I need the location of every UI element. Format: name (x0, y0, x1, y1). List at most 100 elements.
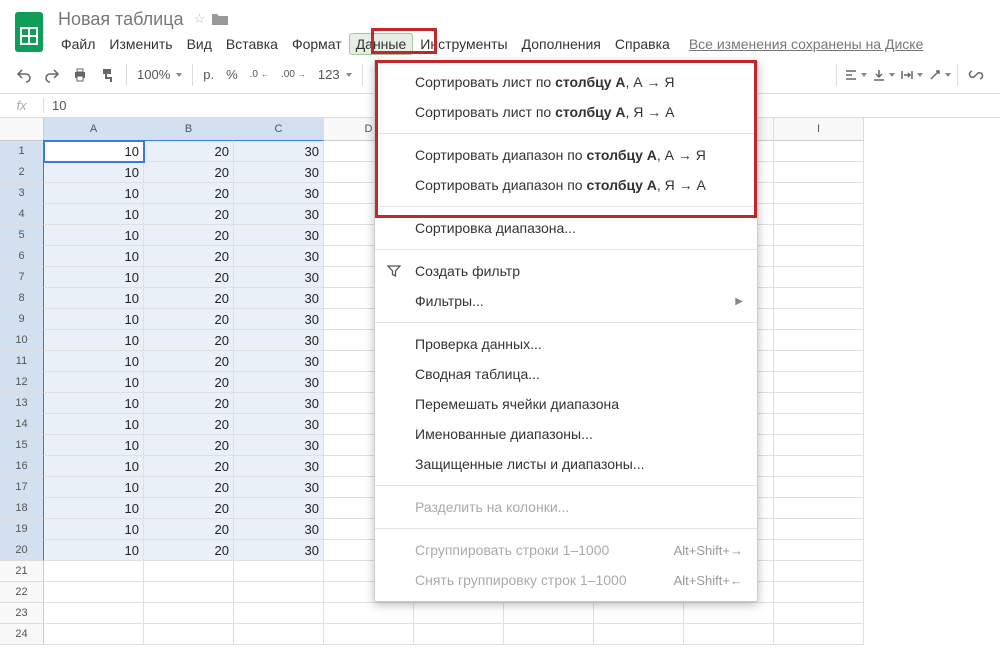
menu-named-ranges[interactable]: Именованные диапазоны... (375, 419, 757, 449)
cell[interactable]: 10 (44, 414, 144, 435)
row-header[interactable]: 8 (0, 288, 44, 309)
row-header[interactable]: 5 (0, 225, 44, 246)
cell[interactable]: 10 (44, 246, 144, 267)
formula-input[interactable]: 10 (44, 98, 74, 113)
cell[interactable]: 10 (44, 309, 144, 330)
cell[interactable] (504, 624, 594, 645)
wrap-button[interactable] (897, 61, 925, 89)
currency-button[interactable]: р. (197, 67, 220, 82)
decrease-decimal-button[interactable]: .0← (244, 69, 275, 80)
cell[interactable]: 30 (234, 519, 324, 540)
cell[interactable] (144, 624, 234, 645)
cell[interactable] (774, 456, 864, 477)
cell[interactable]: 30 (234, 162, 324, 183)
menu-инструменты[interactable]: Инструменты (413, 33, 514, 55)
cell[interactable]: 10 (44, 519, 144, 540)
row-header[interactable]: 24 (0, 624, 44, 645)
row-header[interactable]: 17 (0, 477, 44, 498)
number-format-select[interactable]: 123 (312, 67, 358, 82)
menu-sort-range-az[interactable]: Сортировать диапазон по столбцу A, А → Я (375, 140, 757, 170)
h-align-button[interactable] (841, 61, 869, 89)
cell[interactable]: 20 (144, 519, 234, 540)
cell[interactable]: 10 (44, 141, 144, 162)
menu-protected-sheets[interactable]: Защищенные листы и диапазоны... (375, 449, 757, 479)
cell[interactable]: 20 (144, 477, 234, 498)
rotate-button[interactable] (925, 61, 953, 89)
cell[interactable] (774, 351, 864, 372)
menu-вставка[interactable]: Вставка (219, 33, 285, 55)
cell[interactable]: 10 (44, 498, 144, 519)
row-header[interactable]: 3 (0, 183, 44, 204)
row-header[interactable]: 10 (0, 330, 44, 351)
cell[interactable] (324, 603, 414, 624)
column-header[interactable]: C (234, 118, 324, 141)
cell[interactable]: 30 (234, 456, 324, 477)
cell[interactable]: 20 (144, 267, 234, 288)
cell[interactable]: 20 (144, 372, 234, 393)
cell[interactable]: 30 (234, 540, 324, 561)
cell[interactable]: 20 (144, 309, 234, 330)
cell[interactable] (774, 561, 864, 582)
menu-pivot-table[interactable]: Сводная таблица... (375, 359, 757, 389)
cell[interactable]: 30 (234, 141, 324, 162)
redo-button[interactable] (38, 61, 66, 89)
cell[interactable] (414, 603, 504, 624)
cell[interactable] (44, 603, 144, 624)
menu-дополнения[interactable]: Дополнения (515, 33, 608, 55)
cell[interactable] (234, 603, 324, 624)
menu-filters[interactable]: Фильтры... (375, 286, 757, 316)
cell[interactable] (44, 561, 144, 582)
cell[interactable] (234, 582, 324, 603)
zoom-select[interactable]: 100% (131, 67, 188, 82)
percent-button[interactable]: % (220, 67, 244, 82)
cell[interactable] (234, 561, 324, 582)
folder-icon[interactable] (211, 12, 229, 26)
cell[interactable]: 10 (44, 435, 144, 456)
cell[interactable]: 30 (234, 498, 324, 519)
cell[interactable]: 30 (234, 309, 324, 330)
cell[interactable]: 30 (234, 183, 324, 204)
row-header[interactable]: 16 (0, 456, 44, 477)
row-header[interactable]: 20 (0, 540, 44, 561)
menu-sort-sheet-za[interactable]: Сортировать лист по столбцу A, Я → А (375, 97, 757, 127)
cell[interactable] (774, 309, 864, 330)
cell[interactable] (774, 603, 864, 624)
row-header[interactable]: 23 (0, 603, 44, 624)
cell[interactable]: 30 (234, 204, 324, 225)
cell[interactable]: 10 (44, 204, 144, 225)
print-button[interactable] (66, 61, 94, 89)
cell[interactable]: 30 (234, 267, 324, 288)
cell[interactable] (144, 561, 234, 582)
cell[interactable]: 10 (44, 288, 144, 309)
row-header[interactable]: 7 (0, 267, 44, 288)
menu-справка[interactable]: Справка (608, 33, 677, 55)
cell[interactable]: 10 (44, 393, 144, 414)
cell[interactable] (504, 603, 594, 624)
cell[interactable] (774, 246, 864, 267)
cell[interactable] (144, 603, 234, 624)
cell[interactable]: 20 (144, 225, 234, 246)
cell[interactable] (774, 393, 864, 414)
cell[interactable]: 20 (144, 414, 234, 435)
cell[interactable] (774, 477, 864, 498)
cell[interactable] (774, 330, 864, 351)
cell[interactable]: 20 (144, 183, 234, 204)
cell[interactable]: 20 (144, 393, 234, 414)
cell[interactable] (774, 414, 864, 435)
cell[interactable]: 20 (144, 456, 234, 477)
cell[interactable] (44, 582, 144, 603)
increase-decimal-button[interactable]: .00→ (275, 69, 312, 80)
cell[interactable]: 20 (144, 204, 234, 225)
menu-sort-sheet-az[interactable]: Сортировать лист по столбцу A, А → Я (375, 67, 757, 97)
cell[interactable]: 30 (234, 351, 324, 372)
paint-format-button[interactable] (94, 61, 122, 89)
cell[interactable]: 30 (234, 330, 324, 351)
cell[interactable] (774, 204, 864, 225)
column-header[interactable]: I (774, 118, 864, 141)
select-all-corner[interactable] (0, 118, 44, 141)
row-header[interactable]: 21 (0, 561, 44, 582)
cell[interactable] (774, 225, 864, 246)
menu-файл[interactable]: Файл (54, 33, 102, 55)
column-header[interactable]: B (144, 118, 234, 141)
cell[interactable]: 30 (234, 288, 324, 309)
